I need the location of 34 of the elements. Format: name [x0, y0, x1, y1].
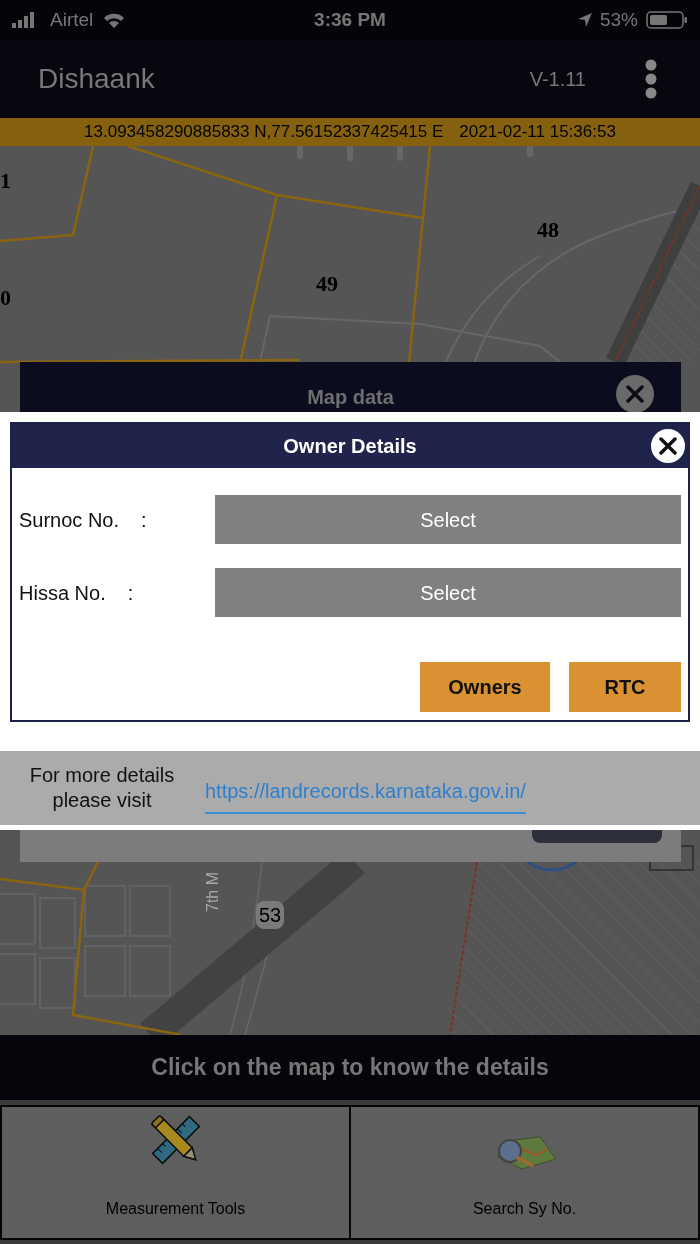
dialog-title: Map data: [307, 385, 394, 410]
location-arrow-icon: [577, 13, 592, 27]
parcel-number: 0: [0, 285, 11, 311]
road-number: 53: [256, 901, 285, 929]
action-button[interactable]: RTC: [569, 662, 681, 712]
close-icon: [659, 437, 677, 455]
tool-tile[interactable]: Search Sy No.: [351, 1105, 700, 1240]
parcel-number: 48: [537, 217, 559, 243]
select-dropdown[interactable]: Select: [215, 568, 681, 617]
field-separator: :: [127, 580, 134, 606]
more-menu-icon[interactable]: [645, 59, 657, 99]
parcel-number: 49: [316, 271, 338, 297]
field-separator: :: [141, 507, 147, 533]
field-label: Hissa No.: [19, 580, 106, 606]
street-label: 7th M: [204, 872, 222, 912]
version-label: V-1.11: [529, 67, 586, 92]
app-title: Dishaank: [38, 62, 155, 96]
close-button[interactable]: [616, 375, 654, 413]
coordinates-text: 13.093458290885833 N,77.56152337425415 E: [84, 121, 444, 144]
select-dropdown[interactable]: Select: [215, 495, 681, 544]
battery-icon: [646, 11, 688, 29]
parcel-number: 1: [0, 168, 11, 194]
battery-percent: 53%: [599, 7, 638, 32]
action-button[interactable]: Owners: [420, 662, 550, 712]
close-icon: [626, 385, 644, 403]
clock-time: 3:36 PM: [314, 7, 386, 32]
info-text: For more details please visit: [28, 763, 176, 813]
wifi-icon: [103, 12, 126, 28]
carrier-name: Airtel: [50, 7, 94, 32]
field-label: Surnoc No.: [19, 507, 120, 533]
card-title: Owner Details: [283, 434, 417, 459]
timestamp-text: 2021-02-11 15:36:53: [459, 121, 616, 144]
hint-text: Click on the map to know the details: [151, 1053, 549, 1083]
tool-tile[interactable]: Measurement Tools: [0, 1105, 351, 1240]
